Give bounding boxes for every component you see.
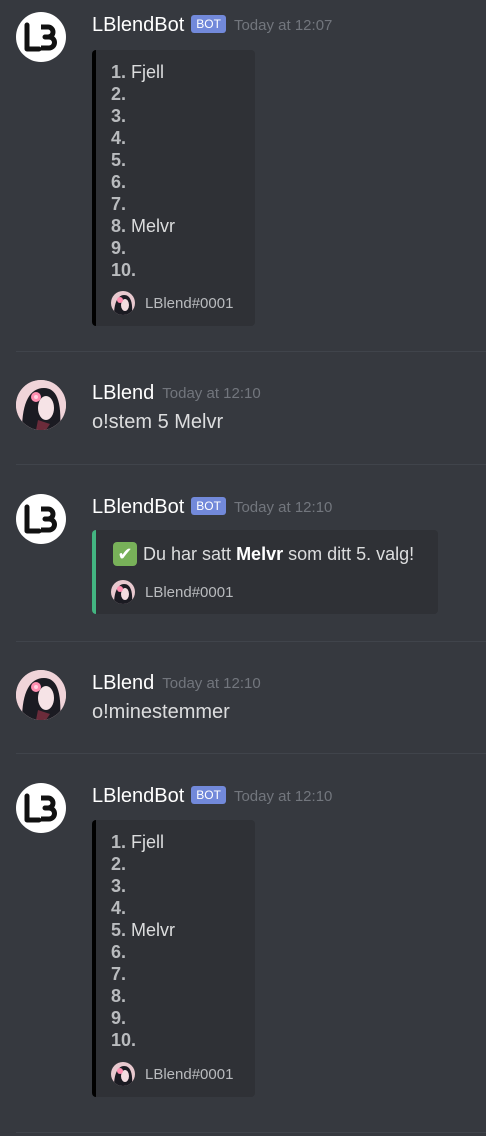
username[interactable]: LBlendBot — [92, 496, 184, 519]
vote-choice: Melvr — [131, 216, 176, 236]
vote-rank: 1. — [111, 832, 127, 852]
vote-rank: 9. — [111, 1008, 127, 1028]
username[interactable]: LBlendBot — [92, 14, 184, 37]
vote-row: 10. — [111, 1029, 175, 1051]
message-header: LBlend Today at 12:10 — [92, 380, 261, 406]
vote-list: 1. Fjell 2. 3. 4. 5. 6. 7. 8. Melvr 9. 1… — [111, 61, 175, 281]
vote-row: 9. — [111, 1007, 175, 1029]
vote-row: 9. — [111, 237, 175, 259]
username[interactable]: LBlend — [92, 382, 154, 405]
message-content: o!stem 5 Melvr — [92, 411, 224, 433]
message-divider — [16, 464, 486, 465]
vote-rank: 3. — [111, 876, 127, 896]
vote-row: 4. — [111, 897, 175, 919]
vote-row: 7. — [111, 193, 175, 215]
vote-rank: 6. — [111, 942, 127, 962]
vote-rank: 4. — [111, 898, 127, 918]
user-avatar[interactable] — [16, 380, 66, 430]
desc-choice: Melvr — [236, 543, 284, 564]
vote-rank: 6. — [111, 172, 127, 192]
timestamp[interactable]: Today at 12:10 — [162, 675, 260, 692]
vote-choice: Melvr — [131, 920, 176, 940]
footer-avatar-icon — [111, 580, 135, 604]
timestamp[interactable]: Today at 12:10 — [234, 788, 332, 805]
anime-girl-avatar-icon — [16, 380, 66, 430]
message-header: LBlendBot BOT Today at 12:10 — [92, 783, 332, 809]
vote-rank: 9. — [111, 238, 127, 258]
footer-avatar-icon — [111, 1062, 135, 1086]
vote-row: 2. — [111, 853, 175, 875]
message-header: LBlendBot BOT Today at 12:07 — [92, 12, 332, 38]
username[interactable]: LBlendBot — [92, 785, 184, 808]
white-check-mark-icon: ✔ — [113, 542, 137, 566]
anime-girl-avatar-icon — [16, 670, 66, 720]
message-divider — [16, 1132, 486, 1133]
footer-text: LBlend#0001 — [145, 583, 234, 601]
vote-row: 10. — [111, 259, 175, 281]
vote-rank: 4. — [111, 128, 127, 148]
timestamp[interactable]: Today at 12:10 — [234, 499, 332, 516]
message-divider — [16, 641, 486, 642]
vote-choice: Fjell — [131, 832, 165, 852]
vote-rank: 2. — [111, 854, 127, 874]
user-avatar[interactable] — [16, 670, 66, 720]
vote-row: 7. — [111, 963, 175, 985]
desc-text: Du har satt — [143, 543, 232, 564]
embed: ✔ Du har satt Melvr som ditt 5. valg! LB… — [92, 530, 438, 614]
vote-list: 1. Fjell 2. 3. 4. 5. Melvr 6. 7. 8. 9. 1… — [111, 831, 175, 1051]
vote-rank: 10. — [111, 1030, 137, 1050]
vote-rank: 2. — [111, 84, 127, 104]
footer-avatar-icon — [111, 291, 135, 315]
embed-description: ✔ Du har satt Melvr som ditt 5. valg! — [113, 542, 414, 566]
embed-footer: LBlend#0001 — [111, 1062, 233, 1086]
vote-row: 8. — [111, 985, 175, 1007]
vote-rank: 8. — [111, 986, 127, 1006]
embed-footer: LBlend#0001 — [111, 580, 233, 604]
bot-tag: BOT — [191, 15, 226, 33]
vote-rank: 5. — [111, 920, 127, 940]
vote-rank: 8. — [111, 216, 127, 236]
lb-logo-icon — [24, 22, 57, 52]
message-content: o!minestemmer — [92, 701, 230, 723]
message-header: LBlend Today at 12:10 — [92, 670, 261, 696]
username[interactable]: LBlend — [92, 672, 154, 695]
desc-text-end: som ditt 5. valg! — [288, 543, 415, 564]
vote-row: 2. — [111, 83, 175, 105]
timestamp[interactable]: Today at 12:10 — [162, 385, 260, 402]
bot-tag: BOT — [191, 497, 226, 515]
bot-avatar[interactable] — [16, 12, 66, 62]
vote-row: 4. — [111, 127, 175, 149]
vote-rank: 7. — [111, 964, 127, 984]
vote-rank: 1. — [111, 62, 127, 82]
vote-rank: 7. — [111, 194, 127, 214]
vote-row: 5. Melvr — [111, 919, 175, 941]
lb-logo-icon — [24, 793, 57, 823]
vote-rank: 3. — [111, 106, 127, 126]
embed: 1. Fjell 2. 3. 4. 5. Melvr 6. 7. 8. 9. 1… — [92, 820, 255, 1097]
message-divider — [16, 753, 486, 754]
vote-row: 5. — [111, 149, 175, 171]
timestamp[interactable]: Today at 12:07 — [234, 17, 332, 34]
vote-row: 1. Fjell — [111, 61, 175, 83]
footer-text: LBlend#0001 — [145, 1065, 234, 1083]
footer-text: LBlend#0001 — [145, 294, 234, 312]
message-header: LBlendBot BOT Today at 12:10 — [92, 494, 332, 520]
vote-row: 3. — [111, 875, 175, 897]
vote-choice: Fjell — [131, 62, 165, 82]
vote-row: 6. — [111, 941, 175, 963]
lb-logo-icon — [24, 504, 57, 534]
vote-row: 8. Melvr — [111, 215, 175, 237]
embed-footer: LBlend#0001 — [111, 291, 233, 315]
vote-row: 3. — [111, 105, 175, 127]
embed: 1. Fjell 2. 3. 4. 5. 6. 7. 8. Melvr 9. 1… — [92, 50, 255, 326]
bot-avatar[interactable] — [16, 783, 66, 833]
message-divider — [16, 351, 486, 352]
vote-row: 1. Fjell — [111, 831, 175, 853]
vote-row: 6. — [111, 171, 175, 193]
vote-rank: 5. — [111, 150, 127, 170]
vote-rank: 10. — [111, 260, 137, 280]
bot-tag: BOT — [191, 786, 226, 804]
bot-avatar[interactable] — [16, 494, 66, 544]
